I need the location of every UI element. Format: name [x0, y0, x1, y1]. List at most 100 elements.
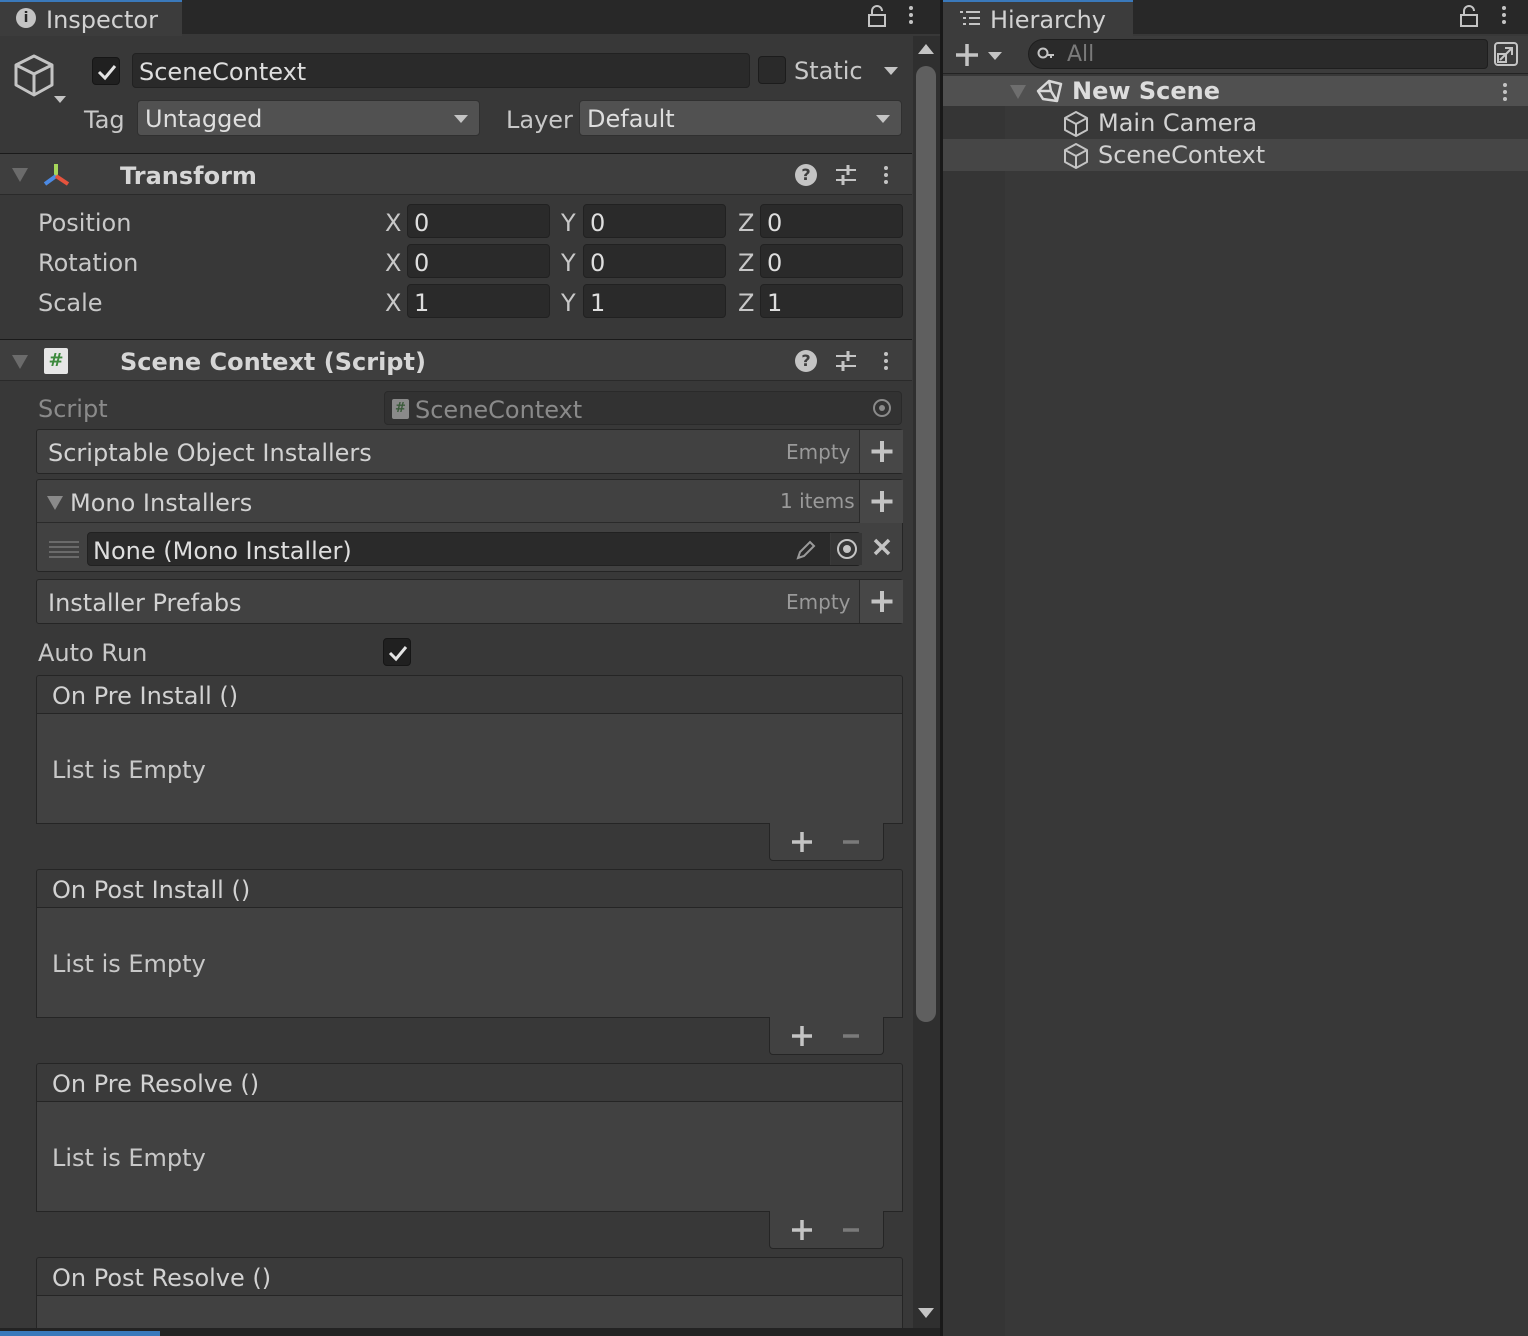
- remove-button[interactable]: [841, 829, 861, 855]
- position-z-value: 0: [767, 209, 783, 237]
- transform-icon: [43, 164, 70, 186]
- hierarchy-item[interactable]: Main Camera: [1005, 107, 1528, 139]
- position-z-field[interactable]: 0: [760, 204, 903, 238]
- remove-button[interactable]: [841, 1023, 861, 1049]
- mono-installer-field[interactable]: None (Mono Installer): [87, 532, 862, 566]
- scale-y-field[interactable]: 1: [583, 284, 726, 318]
- axis-y-label: Y: [561, 209, 576, 237]
- scene-row[interactable]: New Scene: [943, 76, 1528, 106]
- remove-button[interactable]: [841, 1217, 861, 1243]
- icon-dropdown-caret[interactable]: [54, 96, 66, 103]
- axis-y-label: Y: [561, 289, 576, 317]
- static-checkbox[interactable]: [758, 56, 786, 84]
- position-x-field[interactable]: 0: [407, 204, 550, 238]
- script-value: SceneContext: [415, 396, 583, 424]
- pencil-icon[interactable]: [795, 539, 817, 561]
- position-y-field[interactable]: 0: [583, 204, 726, 238]
- tab-inspector[interactable]: i Inspector: [0, 0, 182, 36]
- add-button[interactable]: [789, 829, 815, 855]
- event-footer: [769, 823, 884, 861]
- transform-header[interactable]: Transform ?: [0, 153, 912, 195]
- scale-x-field[interactable]: 1: [407, 284, 550, 318]
- scroll-up-icon[interactable]: [918, 44, 934, 54]
- installer-prefabs-list[interactable]: Installer Prefabs Empty: [36, 579, 903, 624]
- list-empty-text: List is Empty: [52, 950, 206, 978]
- event-body: List is Empty: [36, 714, 903, 824]
- position-x-value: 0: [414, 209, 430, 237]
- create-button[interactable]: [953, 40, 1009, 70]
- tag-label: Tag: [84, 106, 125, 134]
- rotation-x-field[interactable]: 0: [407, 244, 550, 278]
- active-checkbox[interactable]: [92, 57, 120, 85]
- rotation-y-field[interactable]: 0: [583, 244, 726, 278]
- rotation-x-value: 0: [414, 249, 430, 277]
- foldout-arrow[interactable]: [1010, 85, 1026, 99]
- tab-hierarchy[interactable]: Hierarchy: [943, 0, 1133, 36]
- plus-icon: [956, 44, 978, 66]
- position-label: Position: [38, 209, 132, 237]
- event-body: List is Empty: [36, 1102, 903, 1212]
- object-name-field[interactable]: SceneContext: [132, 53, 750, 88]
- item-label: SceneContext: [1098, 141, 1266, 169]
- scale-z-field[interactable]: 1: [760, 284, 903, 318]
- scale-y-value: 1: [590, 289, 606, 317]
- more-vert-icon[interactable]: [909, 6, 913, 27]
- list-count: 1 items: [780, 489, 855, 513]
- mono-installers-list[interactable]: Mono Installers 1 items None (Mono Insta…: [36, 479, 903, 572]
- object-picker-icon[interactable]: [830, 533, 862, 565]
- rotation-z-field[interactable]: 0: [760, 244, 903, 278]
- help-icon[interactable]: ?: [795, 164, 817, 186]
- close-icon[interactable]: [871, 536, 893, 558]
- scene-visibility-button[interactable]: [1491, 39, 1521, 69]
- inspector-panel: i Inspector SceneContext Static Tag Unta…: [0, 0, 940, 1336]
- auto-run-checkbox[interactable]: [383, 638, 411, 666]
- foldout-arrow[interactable]: [12, 355, 28, 369]
- layer-dropdown[interactable]: Default: [579, 100, 902, 136]
- axis-x-label: X: [385, 289, 402, 317]
- mono-installers-header[interactable]: Mono Installers 1 items: [37, 480, 903, 523]
- more-vert-icon[interactable]: [884, 166, 888, 187]
- foldout-arrow[interactable]: [47, 496, 63, 510]
- event-body: [36, 1296, 903, 1330]
- lock-icon[interactable]: [866, 4, 888, 28]
- event-title: On Post Install (): [52, 876, 251, 904]
- rotation-y-value: 0: [590, 249, 606, 277]
- add-button[interactable]: [859, 430, 903, 473]
- cube-icon: [1064, 111, 1088, 137]
- help-icon[interactable]: ?: [795, 350, 817, 372]
- static-dropdown-caret[interactable]: [884, 67, 898, 75]
- scroll-down-icon[interactable]: [918, 1308, 934, 1318]
- scene-name: New Scene: [1072, 77, 1221, 105]
- lock-icon[interactable]: [1458, 4, 1480, 28]
- add-button[interactable]: [789, 1217, 815, 1243]
- scene-context-header[interactable]: # Scene Context (Script) ?: [0, 339, 912, 381]
- mono-installer-value: None (Mono Installer): [93, 537, 352, 565]
- more-vert-icon[interactable]: [1503, 83, 1507, 104]
- hierarchy-item-selected[interactable]: SceneContext: [943, 139, 1528, 171]
- object-name: SceneContext: [139, 58, 307, 86]
- rotation-label: Rotation: [38, 249, 139, 277]
- add-button[interactable]: [859, 480, 903, 523]
- script-field: # SceneContext: [384, 391, 902, 425]
- more-vert-icon[interactable]: [884, 352, 888, 373]
- axis-x-label: X: [385, 249, 402, 277]
- list-icon: [960, 11, 980, 25]
- sliders-icon[interactable]: [834, 349, 858, 373]
- tag-dropdown[interactable]: Untagged: [137, 100, 480, 136]
- add-button[interactable]: [859, 580, 903, 623]
- scrollbar-thumb[interactable]: [916, 66, 936, 1022]
- scriptable-installers-list[interactable]: Scriptable Object Installers Empty: [36, 429, 903, 474]
- scene-context-title: Scene Context (Script): [120, 348, 426, 376]
- script-hash-icon: #: [392, 399, 409, 419]
- sliders-icon[interactable]: [834, 163, 858, 187]
- more-vert-icon[interactable]: [1502, 6, 1506, 27]
- rotation-z-value: 0: [767, 249, 783, 277]
- event-header: On Post Install (): [36, 869, 903, 908]
- search-input[interactable]: All: [1028, 39, 1488, 69]
- add-button[interactable]: [789, 1023, 815, 1049]
- cube-icon: [1064, 143, 1088, 169]
- foldout-arrow[interactable]: [12, 168, 28, 182]
- script-label: Script: [38, 395, 108, 423]
- drag-handle[interactable]: [49, 541, 79, 559]
- list-empty-text: List is Empty: [52, 1144, 206, 1172]
